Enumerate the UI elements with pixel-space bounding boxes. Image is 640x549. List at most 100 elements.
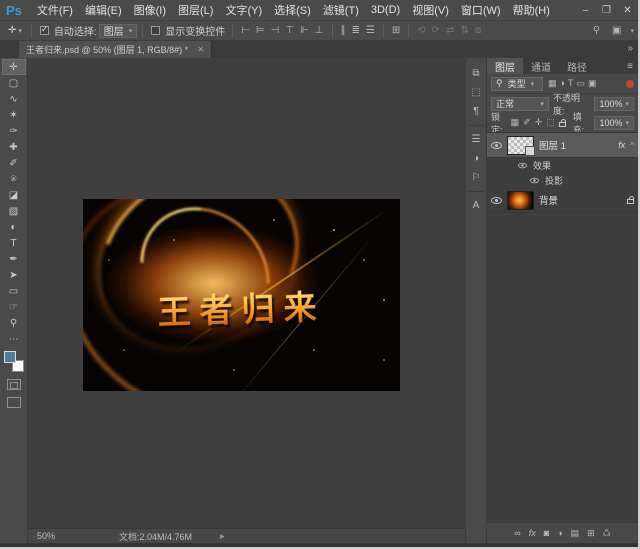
new-group-icon[interactable]: ▤ <box>571 528 580 539</box>
dodge-tool[interactable]: ◐ <box>2 219 26 235</box>
menu-image[interactable]: 图像(I) <box>128 2 172 18</box>
canvas-area[interactable]: 王者归来 <box>28 58 465 528</box>
maximize-button[interactable]: ❐ <box>596 5 617 16</box>
search-icon[interactable]: ⚲ <box>590 25 603 36</box>
shape-tool[interactable]: ▭ <box>2 283 26 299</box>
styles-panel-icon[interactable]: ⚐ <box>466 168 486 187</box>
align-right-icon[interactable]: ⊣ <box>268 25 283 36</box>
layer-row-layer1[interactable]: 图层 1 fx ^ <box>487 133 638 158</box>
3d-rotate-icon[interactable]: ⟲ <box>414 25 428 36</box>
quick-mask-button[interactable] <box>7 379 21 390</box>
lock-artboard-icon[interactable]: ⬚ <box>546 117 555 128</box>
effects-row[interactable]: 效果 <box>487 158 638 173</box>
workspace-switcher-icon[interactable]: ▣ <box>609 25 624 36</box>
menu-layer[interactable]: 图层(L) <box>172 2 219 18</box>
fx-collapse-icon[interactable]: ^ <box>630 141 634 150</box>
layer-row-background[interactable]: 背景 <box>487 188 638 213</box>
3d-drag-icon[interactable]: ⇄ <box>443 25 457 36</box>
filter-pixel-icon[interactable]: ▦ <box>548 78 557 89</box>
glyphs-panel-icon[interactable]: A <box>466 196 486 215</box>
current-tool-preset[interactable]: ✛ ▾ <box>4 25 26 36</box>
tab-paths[interactable]: 路径 <box>559 58 595 74</box>
background-thumbnail[interactable] <box>507 191 534 210</box>
filter-type-icon[interactable]: T <box>568 78 574 89</box>
filter-toggle-icon[interactable] <box>626 80 634 88</box>
path-select-tool[interactable]: ➤ <box>2 267 26 283</box>
blend-mode-dropdown[interactable]: 正常 ▾ <box>491 97 549 111</box>
menu-filter[interactable]: 滤镜(T) <box>317 2 365 18</box>
align-center-v-icon[interactable]: ⊩ <box>297 25 312 36</box>
distribute-center-icon[interactable]: ≣ <box>349 25 363 36</box>
lock-pixels-icon[interactable]: ✐ <box>523 117 531 128</box>
menu-file[interactable]: 文件(F) <box>31 2 79 18</box>
edit-toolbar-icon[interactable]: ⋯ <box>2 331 26 347</box>
menu-select[interactable]: 选择(S) <box>268 2 317 18</box>
panel-menu-icon[interactable]: ≡ <box>622 58 638 74</box>
visibility-eye-icon[interactable] <box>530 178 539 184</box>
distribute-bottom-icon[interactable]: ☰ <box>363 25 378 36</box>
visibility-eye-icon[interactable] <box>491 197 502 204</box>
lock-all-icon[interactable] <box>559 122 566 127</box>
align-left-icon[interactable]: ⊢ <box>238 25 253 36</box>
screen-mode-button[interactable] <box>7 397 21 408</box>
layer1-thumbnail[interactable] <box>507 136 534 155</box>
layer-fx-badge[interactable]: fx <box>618 140 625 150</box>
properties-panel-icon[interactable]: ⬚ <box>466 83 486 102</box>
align-bottom-icon[interactable]: ⊥ <box>312 25 327 36</box>
filter-shape-icon[interactable]: ▭ <box>576 78 585 89</box>
close-button[interactable]: ✕ <box>617 5 638 16</box>
distribute-spacing-icon[interactable]: ⊞ <box>389 25 403 36</box>
layer-style-icon[interactable]: fx <box>529 528 536 538</box>
drop-shadow-row[interactable]: 投影 <box>487 173 638 188</box>
fill-dropdown[interactable]: 100% ▾ <box>594 116 634 130</box>
brush-tool[interactable]: ✐ <box>2 155 26 171</box>
auto-select-dropdown[interactable]: 图层 ▾ <box>99 24 138 38</box>
tab-channels[interactable]: 通道 <box>523 58 559 74</box>
distribute-top-icon[interactable]: ∥ <box>338 25 349 36</box>
color-panel-icon[interactable]: ◑ <box>466 149 486 168</box>
libraries-panel-icon[interactable]: ⧉ <box>466 64 486 83</box>
3d-scale-icon[interactable]: ⧈ <box>472 25 484 36</box>
eraser-tool[interactable]: ◪ <box>2 187 26 203</box>
align-center-h-icon[interactable]: ⊨ <box>253 25 268 36</box>
healing-brush-tool[interactable]: ✚ <box>2 139 26 155</box>
layer-mask-icon[interactable]: ◙ <box>544 528 549 538</box>
3d-roll-icon[interactable]: ⟳ <box>429 25 443 36</box>
align-top-icon[interactable]: ⊤ <box>282 25 297 36</box>
minimize-button[interactable]: – <box>575 5 596 16</box>
lasso-tool[interactable]: ∿ <box>2 91 26 107</box>
filter-adjustment-icon[interactable]: ◑ <box>560 78 565 89</box>
adjustments-panel-icon[interactable]: ☰ <box>466 130 486 149</box>
document-tab[interactable]: 王者归来.psd @ 50% (图层 1, RGB/8#) * ✕ <box>19 41 212 58</box>
opacity-dropdown[interactable]: 100% ▾ <box>594 97 634 111</box>
menu-3d[interactable]: 3D(D) <box>365 4 406 16</box>
lock-transparent-icon[interactable]: ▦ <box>511 117 520 128</box>
pen-tool[interactable]: ✒ <box>2 251 26 267</box>
artwork-image[interactable]: 王者归来 <box>83 199 400 391</box>
collapse-panels-icon[interactable]: » <box>627 43 633 54</box>
new-layer-icon[interactable]: ⊞ <box>587 528 595 539</box>
foreground-color-swatch[interactable] <box>4 351 16 363</box>
menu-window[interactable]: 窗口(W) <box>455 2 507 18</box>
visibility-eye-icon[interactable] <box>491 142 502 149</box>
filter-kind-dropdown[interactable]: ⚲ 类型 ▾ <box>491 77 543 91</box>
magic-wand-tool[interactable]: ✶ <box>2 107 26 123</box>
status-options-caret[interactable]: ▸ <box>220 531 225 542</box>
gradient-tool[interactable]: ▧ <box>2 203 26 219</box>
auto-select-checkbox[interactable] <box>40 26 49 35</box>
show-transform-checkbox[interactable] <box>151 26 160 35</box>
eyedropper-tool[interactable]: ✑ <box>2 123 26 139</box>
tab-close-icon[interactable]: ✕ <box>197 45 204 54</box>
visibility-eye-icon[interactable] <box>518 163 527 169</box>
menu-help[interactable]: 帮助(H) <box>507 2 556 18</box>
move-tool[interactable]: ✛ <box>2 59 26 75</box>
menu-edit[interactable]: 编辑(E) <box>79 2 128 18</box>
hand-tool[interactable]: ☞ <box>2 299 26 315</box>
adjustment-layer-icon[interactable]: ◑ <box>557 528 562 538</box>
link-layers-icon[interactable]: ∞ <box>514 528 520 538</box>
zoom-tool[interactable]: ⚲ <box>2 315 26 331</box>
tab-layers[interactable]: 图层 <box>487 58 523 74</box>
clone-stamp-tool[interactable]: ⍟ <box>2 171 26 187</box>
filter-smart-icon[interactable]: ▣ <box>588 78 597 89</box>
menu-type[interactable]: 文字(Y) <box>219 2 268 18</box>
